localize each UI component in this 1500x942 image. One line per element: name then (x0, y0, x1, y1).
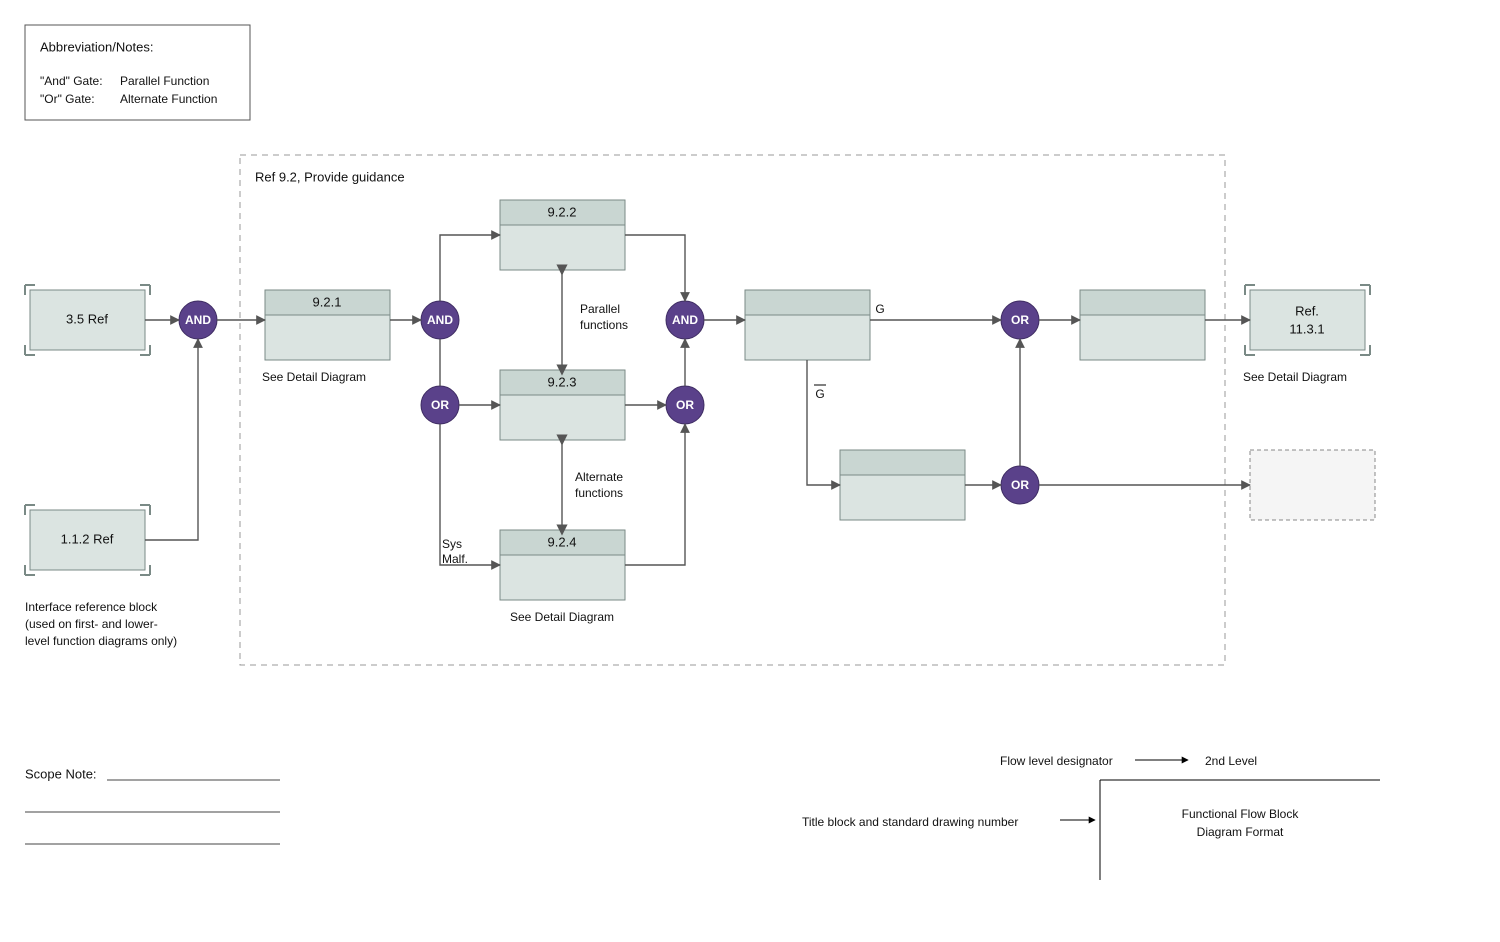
gate-or-left: OR (421, 386, 459, 424)
format-2: Diagram Format (1197, 825, 1284, 839)
block-9-2-4-caption: See Detail Diagram (510, 610, 614, 624)
notes-or-val: Alternate Function (120, 92, 217, 106)
ref-1-1-2-label: 1.1.2 Ref (61, 531, 114, 546)
svg-text:OR: OR (1011, 478, 1029, 492)
parallel-2: functions (580, 318, 628, 332)
second-level-label: 2nd Level (1205, 754, 1257, 768)
ref-block-11-3-1: Ref. 11.3.1 (1245, 285, 1370, 355)
refblock-caption-1: Interface reference block (25, 600, 158, 614)
ref-1131-b: 11.3.1 (1289, 321, 1324, 336)
parallel-1: Parallel (580, 302, 620, 316)
block-post-and3 (745, 290, 870, 360)
gate-or-top: OR (1001, 301, 1039, 339)
notes-or-key: "Or" Gate: (40, 92, 95, 106)
ref-block-3-5: 3.5 Ref (25, 285, 150, 355)
ffbd-diagram: Abbreviation/Notes: "And" Gate: Parallel… (0, 0, 1500, 942)
svg-text:OR: OR (1011, 313, 1029, 327)
sys-label-2: Malf. (442, 552, 468, 566)
refblock-caption-2: (used on first- and lower- (25, 617, 158, 631)
gate-and-2: AND (421, 301, 459, 339)
ref-3-5-label: 3.5 Ref (66, 311, 108, 326)
svg-text:OR: OR (676, 398, 694, 412)
block-9-2-2-label: 9.2.2 (548, 204, 577, 219)
sys-label-1: Sys (442, 537, 462, 551)
g-label: G (875, 302, 884, 316)
block-9-2-3: 9.2.3 (500, 370, 625, 440)
notes-and-val: Parallel Function (120, 74, 209, 88)
notes-title: Abbreviation/Notes: (40, 39, 153, 54)
svg-text:AND: AND (672, 313, 698, 327)
main-container (240, 155, 1225, 665)
block-lower-gbar (840, 450, 965, 520)
format-1: Functional Flow Block (1182, 807, 1300, 821)
container-title: Ref 9.2, Provide guidance (255, 169, 405, 184)
ref-1131-caption: See Detail Diagram (1243, 370, 1347, 384)
refblock-caption-3: level function diagrams only) (25, 634, 177, 648)
flow-level-label: Flow level designator (1000, 754, 1113, 768)
gate-and-1: AND (179, 301, 217, 339)
ref-block-1-1-2: 1.1.2 Ref (25, 505, 150, 575)
gbar-label: G (815, 387, 824, 401)
block-9-2-4-label: 9.2.4 (548, 534, 577, 549)
scope-note-label: Scope Note: (25, 766, 97, 781)
gate-or-right: OR (666, 386, 704, 424)
alternate-2: functions (575, 486, 623, 500)
svg-text:AND: AND (427, 313, 453, 327)
block-9-2-2: 9.2.2 (500, 200, 625, 270)
gate-and-3: AND (666, 301, 704, 339)
svg-text:AND: AND (185, 313, 211, 327)
notes-and-key: "And" Gate: (40, 74, 103, 88)
alternate-1: Alternate (575, 470, 623, 484)
block-9-2-1-label: 9.2.1 (313, 294, 342, 309)
block-9-2-1-caption: See Detail Diagram (262, 370, 366, 384)
block-pre-ref-1131 (1080, 290, 1205, 360)
block-9-2-4: 9.2.4 (500, 530, 625, 600)
block-9-2-1: 9.2.1 (265, 290, 390, 360)
ref-1131-a: Ref. (1295, 303, 1319, 318)
svg-text:OR: OR (431, 398, 449, 412)
title-block-label: Title block and standard drawing number (802, 815, 1018, 829)
block-9-2-3-label: 9.2.3 (548, 374, 577, 389)
gate-or-bottom: OR (1001, 466, 1039, 504)
dashed-output-block (1250, 450, 1375, 520)
